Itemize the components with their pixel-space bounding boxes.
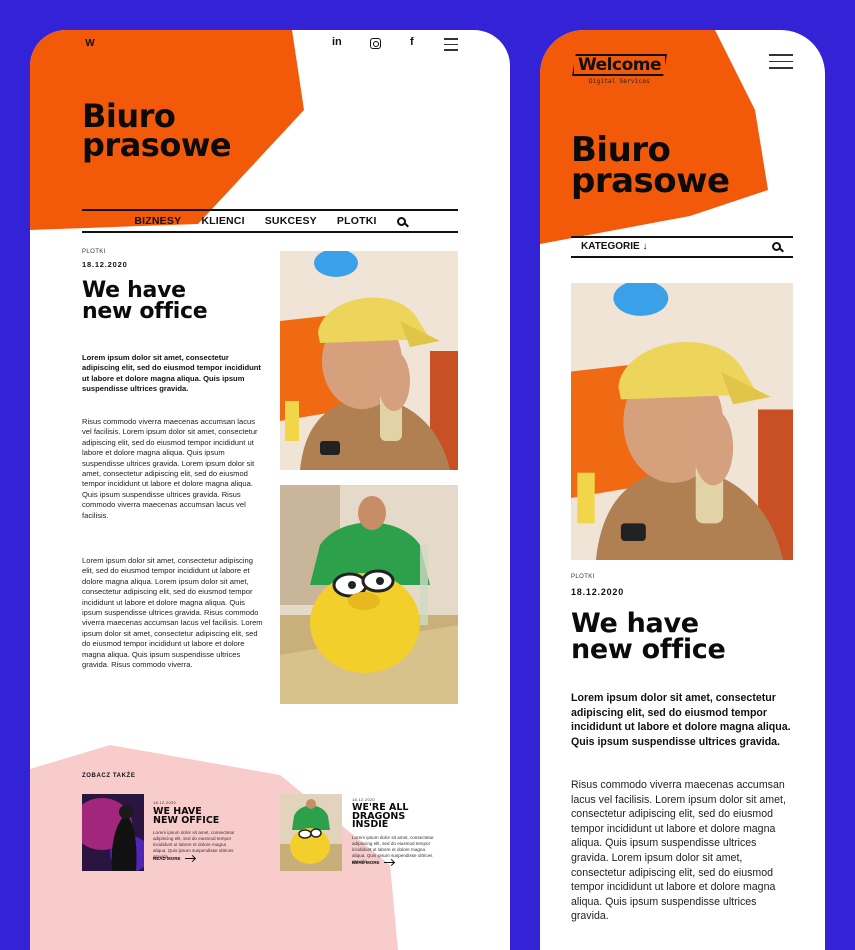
facebook-icon[interactable]: f — [410, 36, 414, 48]
article-date: 18.12.2020 — [82, 260, 128, 269]
nav-item-plotki[interactable]: PLOTKI — [337, 215, 377, 227]
read-more-label: READ MORE — [352, 860, 380, 865]
category-dropdown-label: KATEGORIE ↓ — [581, 241, 648, 252]
related-thumb-concert[interactable] — [82, 794, 144, 871]
article-category: PLOTKI — [82, 249, 106, 255]
related-thumb-plush[interactable] — [280, 794, 342, 871]
article-paragraph: Risus commodo viverra maecenas accumsan … — [571, 779, 786, 923]
related-title[interactable]: WE HAVE NEW OFFICE — [153, 807, 220, 826]
article-photo-plush — [280, 485, 458, 704]
arrow-right-icon — [184, 858, 195, 859]
nav-item-klienci[interactable]: KLIENCI — [201, 215, 244, 227]
article-title-line2: new office — [571, 633, 726, 665]
page-title: Biuro prasowe — [571, 133, 730, 202]
search-icon[interactable] — [772, 242, 781, 251]
article-title: We have new office — [82, 280, 208, 324]
nav-item-biznesy[interactable]: BIZNESY — [134, 215, 181, 227]
instagram-icon[interactable] — [370, 38, 381, 49]
logo-w-icon[interactable]: W — [82, 38, 98, 50]
article-lead: Lorem ipsum dolor sit amet, consectetur … — [82, 353, 261, 394]
article-date: 18.12.2020 — [571, 587, 625, 597]
article-title: We have new office — [571, 610, 726, 665]
article-photo-woman — [280, 251, 458, 470]
article-lead: Lorem ipsum dolor sit amet, consectetur … — [571, 692, 791, 748]
article-photo-woman — [571, 283, 793, 560]
category-dropdown[interactable]: KATEGORIE ↓ — [571, 236, 793, 258]
desktop-mockup: W in f Biuro prasowe BIZNESY KLIENCI SUK… — [30, 30, 510, 950]
search-icon[interactable] — [396, 216, 406, 226]
page-title-line2: prasowe — [571, 161, 730, 202]
welcome-logo-sub: Digital Services — [589, 78, 650, 85]
article-paragraph: Lorem ipsum dolor sit amet, consectetur … — [82, 556, 263, 670]
nav-item-sukcesy[interactable]: SUKCESY — [265, 215, 317, 227]
mobile-mockup: Welcome Digital Services Biuro prasowe K… — [540, 30, 825, 950]
related-heading: ZOBACZ TAKŻE — [82, 773, 136, 779]
read-more-link[interactable]: READ MORE — [153, 856, 195, 861]
page-title-line2: prasowe — [82, 126, 232, 165]
arrow-right-icon — [383, 862, 394, 863]
welcome-logo[interactable]: Welcome Digital Services — [572, 54, 668, 85]
read-more-label: READ MORE — [153, 856, 181, 861]
read-more-link[interactable]: READ MORE — [352, 860, 394, 865]
category-nav: BIZNESY KLIENCI SUKCESY PLOTKI — [82, 209, 458, 233]
article-title-line2: new office — [82, 298, 208, 324]
related-title-line2: NEW OFFICE — [153, 814, 220, 826]
article-paragraph: Risus commodo viverra maecenas accumsan … — [82, 417, 258, 520]
welcome-logo-text: Welcome — [572, 54, 668, 76]
linkedin-icon[interactable]: in — [332, 36, 342, 48]
related-title-line3: INSDIE — [352, 819, 389, 831]
article-category: PLOTKI — [571, 574, 595, 580]
page-title: Biuro prasowe — [82, 100, 232, 165]
menu-icon[interactable] — [444, 38, 458, 55]
related-date: 18.12.2020 — [153, 800, 177, 805]
menu-icon[interactable] — [769, 54, 793, 73]
related-title[interactable]: WE'RE ALL DRAGONS INSDIE — [352, 803, 408, 831]
